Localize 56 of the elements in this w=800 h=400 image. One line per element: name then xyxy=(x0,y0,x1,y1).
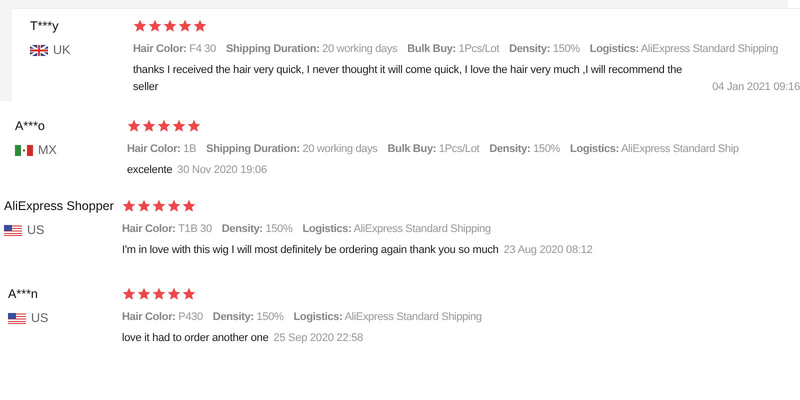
user-name: A***o xyxy=(15,119,46,133)
product-attribute: Shipping Duration: 20 working days xyxy=(226,43,398,55)
product-attribute: Logistics: AliExpress Standard Shipping xyxy=(294,311,482,323)
user-name: A***n xyxy=(8,287,39,301)
star-icon xyxy=(157,119,171,133)
flag-icon xyxy=(15,144,33,156)
star-icon xyxy=(133,19,147,33)
product-attribute: Density: 150% xyxy=(222,223,292,235)
star-icon xyxy=(152,199,166,213)
user-name: T***y xyxy=(30,19,60,33)
product-attribute: Density: 150% xyxy=(489,143,560,155)
star-icon xyxy=(163,19,177,33)
star-icon xyxy=(193,19,207,33)
review-date: 23 Aug 2020 08:12 xyxy=(504,243,593,258)
country-code: US xyxy=(27,223,44,237)
country-code: MX xyxy=(38,143,57,157)
product-attribute: Logistics: AliExpress Standard Shipping xyxy=(302,223,491,235)
product-attribute: Logistics: AliExpress Standard Ship xyxy=(570,143,739,155)
review-date: 30 Nov 2020 19:06 xyxy=(177,163,267,178)
star-icon xyxy=(182,287,196,301)
product-attribute: Hair Color: T1B 30 xyxy=(122,223,212,235)
star-icon xyxy=(142,119,156,133)
star-icon xyxy=(137,199,151,213)
star-icon xyxy=(148,19,162,33)
review-text: love it had to order another one xyxy=(122,331,268,346)
product-attribute: Hair Color: 1B xyxy=(127,143,196,155)
review-date: 04 Jan 2021 09:16 xyxy=(712,80,800,95)
product-attribute: Shipping Duration: 20 working days xyxy=(206,143,378,155)
review-date: 25 Sep 2020 22:58 xyxy=(273,331,364,346)
star-icon xyxy=(137,287,151,301)
star-icon xyxy=(122,287,136,301)
product-attribute: Logistics: AliExpress Standard Shipping xyxy=(590,43,778,55)
review-text: excelente xyxy=(127,163,172,178)
user-name: AliExpress Shopper xyxy=(4,199,115,213)
star-icon xyxy=(167,287,181,301)
star-icon xyxy=(152,287,166,301)
product-attribute: Bulk Buy: 1Pcs/Lot xyxy=(407,43,500,55)
flag-icon xyxy=(4,224,22,236)
product-attribute: Hair Color: P430 xyxy=(122,311,203,323)
star-icon xyxy=(182,199,196,213)
review-text: thanks I received the hair very quick, I never thought it will come quick, I love the hair very much ,I will recommend the seller xyxy=(133,63,684,95)
review-text: I'm in love with this wig I will most definitely be ordering again thank you so much xyxy=(122,243,499,258)
product-attribute: Hair Color: F4 30 xyxy=(133,43,216,55)
product-attribute: Bulk Buy: 1Pcs/Lot xyxy=(388,143,480,155)
star-icon xyxy=(127,119,141,133)
country-code: UK xyxy=(53,43,70,57)
star-icon xyxy=(167,199,181,213)
star-icon xyxy=(178,19,192,33)
product-attribute: Density: 150% xyxy=(509,43,580,55)
product-attribute: Density: 150% xyxy=(212,311,284,323)
star-icon xyxy=(172,119,186,133)
flag-icon xyxy=(8,312,26,324)
flag-icon xyxy=(30,44,48,56)
star-icon xyxy=(187,119,201,133)
country-code: US xyxy=(31,311,48,325)
star-icon xyxy=(122,199,136,213)
